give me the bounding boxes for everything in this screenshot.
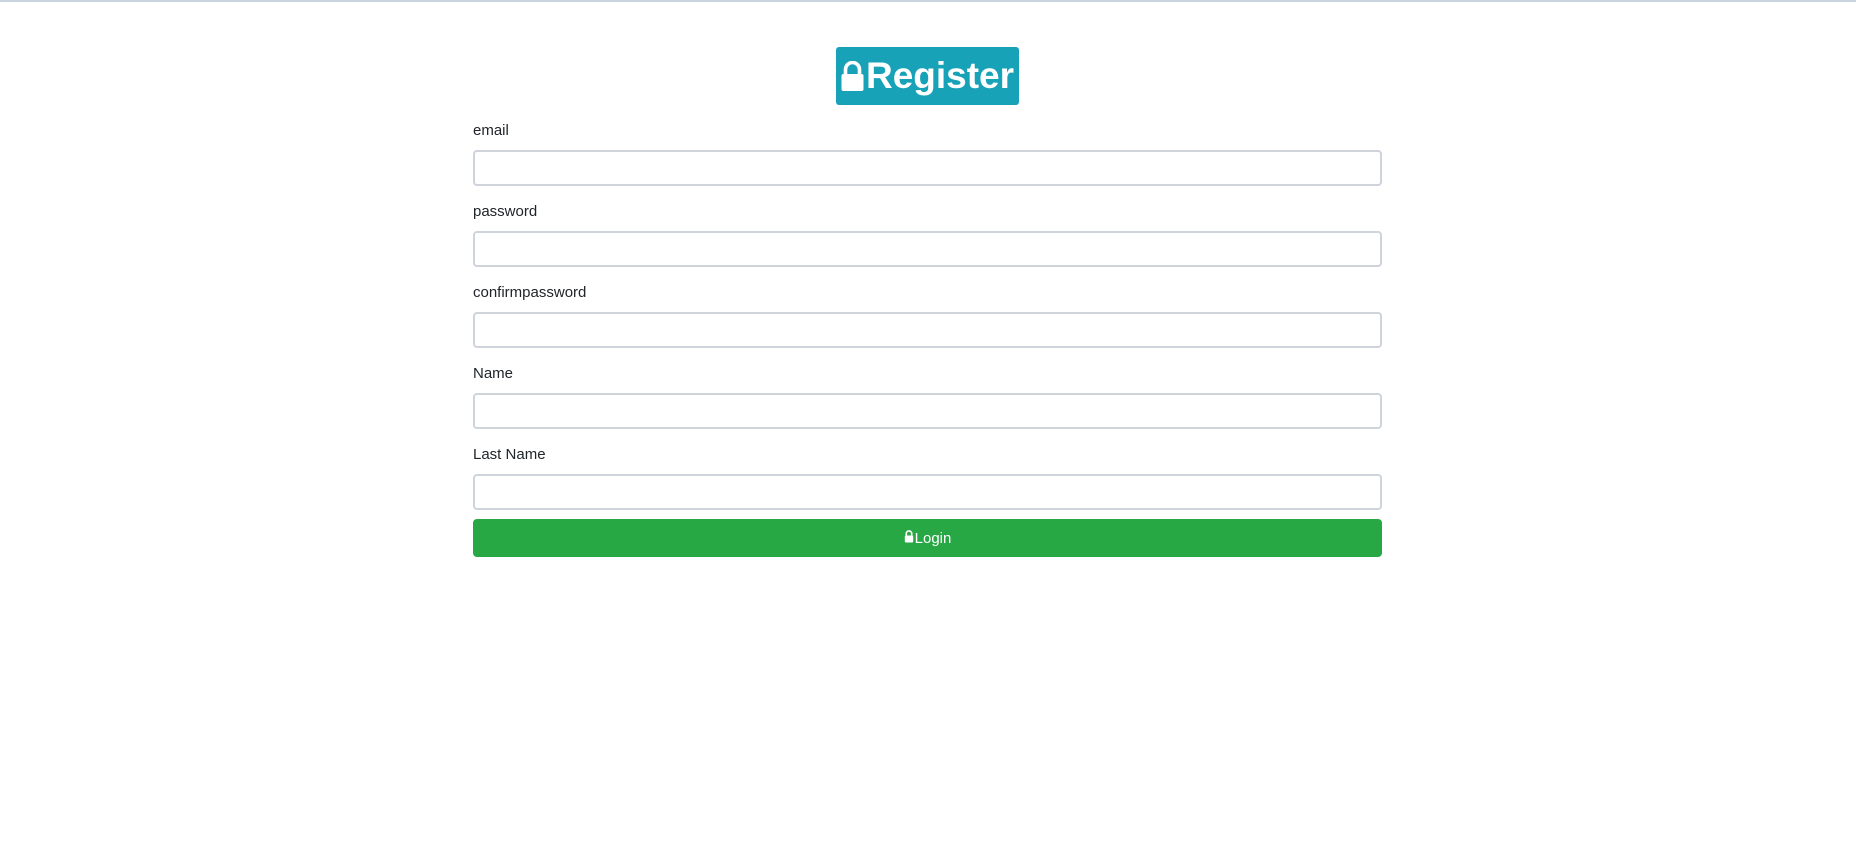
- last-name-label: Last Name: [473, 446, 546, 463]
- register-container: Register email password confirmpassword …: [473, 0, 1382, 557]
- confirm-password-label: confirmpassword: [473, 284, 587, 301]
- confirm-password-group: confirmpassword: [473, 284, 1382, 348]
- page-title-text: Register: [865, 55, 1015, 96]
- last-name-group: Last Name: [473, 446, 1382, 510]
- password-field[interactable]: [473, 231, 1382, 267]
- email-group: email: [473, 122, 1382, 186]
- name-label: Name: [473, 365, 514, 382]
- lock-icon: [840, 60, 866, 92]
- title-wrap: Register: [473, 47, 1382, 105]
- name-field[interactable]: [473, 393, 1382, 429]
- register-form: email password confirmpassword Name Last…: [473, 122, 1382, 557]
- password-group: password: [473, 203, 1382, 267]
- login-button-label: Login: [914, 529, 952, 547]
- confirm-password-field[interactable]: [473, 312, 1382, 348]
- password-label: password: [473, 203, 538, 220]
- login-button[interactable]: Login: [473, 519, 1382, 557]
- name-group: Name: [473, 365, 1382, 429]
- lock-icon: [904, 529, 915, 547]
- last-name-field[interactable]: [473, 474, 1382, 510]
- page-title: Register: [835, 47, 1020, 105]
- email-label: email: [473, 122, 509, 139]
- email-field[interactable]: [473, 150, 1382, 186]
